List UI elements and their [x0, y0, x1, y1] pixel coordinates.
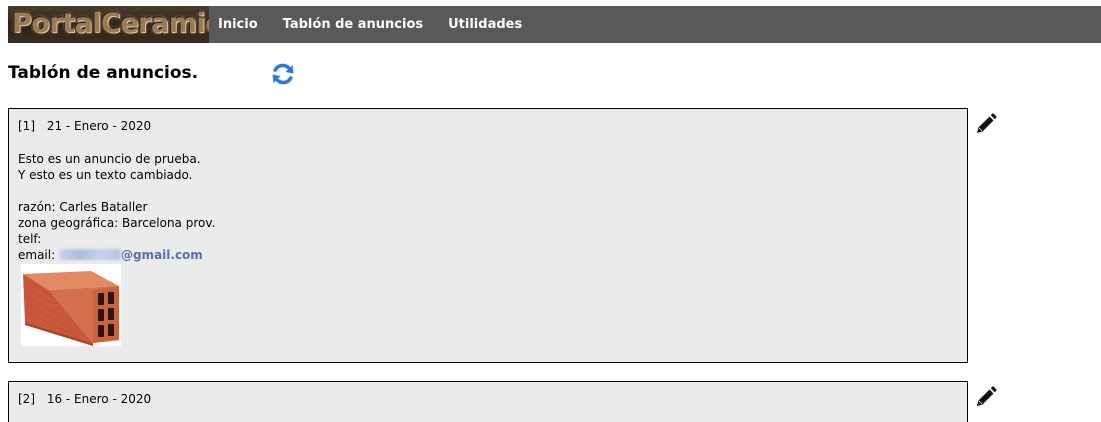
ad-text-line: Y esto es un texto cambiado. — [18, 168, 193, 182]
ad-razon: razón: Carles Bataller — [18, 200, 148, 214]
edit-pencil-icon[interactable] — [974, 385, 998, 409]
ad-card: [2] 16 - Enero - 2020 — [8, 381, 968, 422]
ad-card: [1] 21 - Enero - 2020 Esto es un anuncio… — [8, 108, 968, 363]
refresh-icon[interactable] — [270, 61, 296, 87]
ad-email-label: email: — [18, 248, 56, 262]
ad-telf: telf: — [18, 232, 42, 246]
ad-number: [1] — [18, 119, 35, 133]
nav-item-inicio[interactable]: Inicio — [209, 17, 271, 32]
ad-email: email: @gmail.com — [18, 247, 215, 263]
page-title: Tablón de anuncios. — [8, 63, 199, 83]
ad-text-line: Esto es un anuncio de prueba. — [18, 152, 201, 166]
ad-date: 21 - Enero - 2020 — [46, 119, 152, 133]
nav-item-tablon[interactable]: Tablón de anuncios — [271, 17, 436, 32]
site-logo[interactable]: PortalCeramica — [8, 6, 209, 43]
ad-body: Esto es un anuncio de prueba. Y esto es … — [18, 151, 215, 263]
edit-pencil-icon[interactable] — [974, 112, 998, 136]
nav-item-utilidades[interactable]: Utilidades — [436, 17, 535, 32]
ad-header: [1] 21 - Enero - 2020 — [18, 119, 151, 133]
nav-menu: Inicio Tablón de anuncios Utilidades — [209, 6, 535, 43]
logo-text: PortalCeramica — [12, 8, 209, 39]
brick-image[interactable] — [21, 264, 121, 346]
ad-zona: zona geográfica: Barcelona prov. — [18, 216, 216, 230]
ad-header: [2] 16 - Enero - 2020 — [18, 392, 151, 406]
ad-email-link[interactable]: @gmail.com — [121, 248, 203, 262]
email-redacted — [58, 249, 121, 260]
ad-date: 16 - Enero - 2020 — [46, 392, 152, 406]
ad-number: [2] — [18, 392, 35, 406]
